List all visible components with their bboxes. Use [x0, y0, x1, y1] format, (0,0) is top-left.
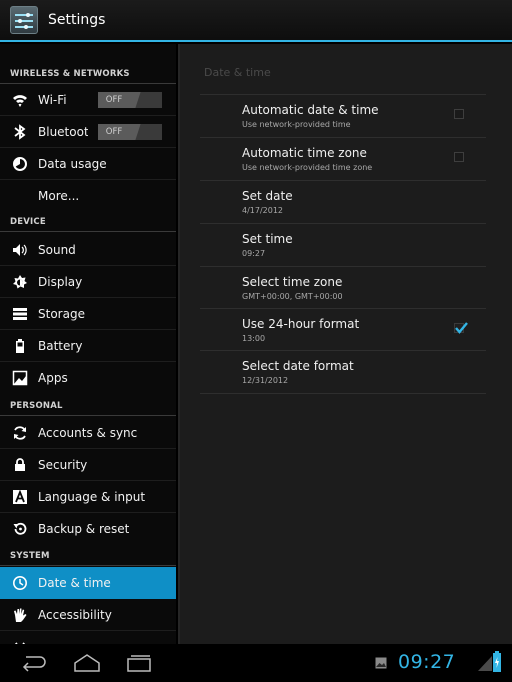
- recent-apps-icon[interactable]: [126, 653, 152, 673]
- automatic-date-time-checkbox[interactable]: [454, 109, 464, 119]
- sidebar-item-backup-reset[interactable]: Backup & reset: [0, 513, 176, 545]
- sidebar-item-label: Accessibility: [38, 607, 112, 622]
- pref-title: Set time: [242, 232, 293, 246]
- sidebar-item-label: Bluetooth: [38, 124, 88, 139]
- header-device: DEVICE: [0, 208, 176, 232]
- sidebar-item-wifi[interactable]: Wi-Fi OFF: [0, 84, 176, 116]
- settings-app-icon[interactable]: [10, 6, 38, 34]
- sidebar-item-storage[interactable]: Storage: [0, 298, 176, 330]
- sidebar-item-label: Wi-Fi: [38, 92, 67, 107]
- pref-summary: Use network-provided time: [242, 120, 351, 129]
- pref-summary: 12/31/2012: [242, 376, 289, 385]
- home-icon[interactable]: [73, 652, 101, 674]
- wifi-icon: [12, 92, 28, 108]
- data-usage-icon: [12, 156, 28, 172]
- bluetooth-toggle[interactable]: OFF: [98, 124, 162, 140]
- storage-icon: [12, 306, 28, 322]
- pref-summary: 4/17/2012: [242, 206, 284, 215]
- pref-select-date-format[interactable]: Select date format 12/31/2012: [200, 350, 486, 393]
- pref-automatic-time-zone[interactable]: Automatic time zone Use network-provided…: [200, 137, 486, 180]
- pref-summary: Use network-provided time zone: [242, 163, 373, 172]
- pref-summary: GMT+00:00, GMT+00:00: [242, 292, 343, 301]
- wifi-toggle[interactable]: OFF: [98, 92, 162, 108]
- sidebar-item-bluetooth[interactable]: Bluetooth OFF: [0, 116, 176, 148]
- clock-icon: [12, 575, 28, 591]
- sidebar-item-label: Storage: [38, 306, 85, 321]
- sidebar-item-sound[interactable]: Sound: [0, 234, 176, 266]
- sidebar-item-label: More...: [38, 189, 80, 203]
- action-bar: Settings: [0, 0, 512, 42]
- battery-icon: [12, 338, 28, 354]
- pref-title: Automatic date & time: [242, 103, 379, 117]
- display-icon: [12, 274, 28, 290]
- use-24-hour-checkbox[interactable]: [454, 322, 468, 334]
- sidebar-item-label: Security: [38, 457, 88, 472]
- image-notification-icon[interactable]: [375, 657, 387, 669]
- toggle-state: OFF: [98, 124, 130, 140]
- sidebar-item-accessibility[interactable]: Accessibility: [0, 599, 176, 631]
- sidebar-item-date-time[interactable]: Date & time: [0, 567, 176, 599]
- pref-use-24-hour-format[interactable]: Use 24-hour format 13:00: [200, 308, 486, 351]
- section-title: Date & time: [204, 66, 271, 79]
- sound-icon: [12, 242, 28, 258]
- sidebar-item-label: Language & input: [38, 489, 146, 504]
- sidebar-item-label: Backup & reset: [38, 522, 130, 536]
- header-wireless-networks: WIRELESS & NETWORKS: [0, 58, 176, 84]
- signal-icon: [478, 656, 492, 671]
- battery-status-icon: [493, 651, 501, 672]
- pref-title: Select date format: [242, 359, 354, 373]
- app-title: Settings: [48, 12, 106, 28]
- status-clock: 09:27: [398, 651, 456, 673]
- sidebar-item-accounts-sync[interactable]: Accounts & sync: [0, 417, 176, 449]
- back-icon[interactable]: [20, 653, 46, 673]
- backup-icon: [12, 521, 28, 537]
- lock-icon: [12, 457, 28, 473]
- sidebar-item-label: Date & time: [38, 575, 111, 590]
- sync-icon: [12, 425, 28, 441]
- sidebar-item-label: Sound: [38, 242, 76, 257]
- pref-set-date[interactable]: Set date 4/17/2012: [200, 180, 486, 223]
- sidebar-item-label: Battery: [38, 338, 83, 353]
- sidebar-item-display[interactable]: Display: [0, 266, 176, 298]
- sidebar-item-language-input[interactable]: Language & input: [0, 481, 176, 513]
- sidebar-item-partial[interactable]: [0, 631, 176, 644]
- sidebar-item-data-usage[interactable]: Data usage: [0, 148, 176, 180]
- pref-summary: 13:00: [242, 334, 266, 343]
- pref-summary: 09:27: [242, 249, 266, 258]
- sidebar-item-security[interactable]: Security: [0, 449, 176, 481]
- language-icon: [12, 489, 28, 505]
- sidebar-item-battery[interactable]: Battery: [0, 330, 176, 362]
- pref-automatic-date-time[interactable]: Automatic date & time Use network-provid…: [200, 94, 486, 137]
- checkmark-icon: [455, 322, 468, 334]
- sidebar-item-label: Data usage: [38, 156, 107, 171]
- pref-set-time[interactable]: Set time 09:27: [200, 223, 486, 266]
- pref-title: Automatic time zone: [242, 146, 367, 160]
- pref-title: Set date: [242, 189, 293, 203]
- settings-sidebar[interactable]: WIRELESS & NETWORKS Wi-Fi OFF Bluetooth …: [0, 44, 176, 644]
- sidebar-item-label: Accounts & sync: [38, 425, 138, 440]
- header-personal: PERSONAL: [0, 390, 176, 416]
- sidebar-item-label: Display: [38, 274, 83, 289]
- apps-icon: [12, 370, 28, 386]
- pref-select-time-zone[interactable]: Select time zone GMT+00:00, GMT+00:00: [200, 266, 486, 309]
- sidebar-item-label: Apps: [38, 371, 68, 385]
- accessibility-icon: [12, 607, 28, 623]
- bluetooth-icon: [12, 123, 28, 140]
- toggle-state: OFF: [98, 92, 130, 108]
- automatic-time-zone-checkbox[interactable]: [454, 152, 464, 162]
- list-divider: [200, 393, 486, 394]
- action-bar-divider: [0, 40, 512, 42]
- pref-title: Select time zone: [242, 275, 343, 289]
- header-system: SYSTEM: [0, 542, 176, 566]
- pref-title: Use 24-hour format: [242, 317, 360, 331]
- date-time-panel: Date & time Automatic date & time Use ne…: [178, 44, 512, 644]
